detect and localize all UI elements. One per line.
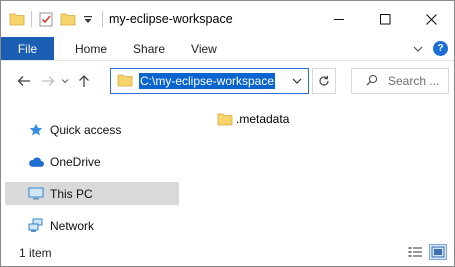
title-bar: my-eclipse-workspace	[1, 1, 454, 37]
ribbon-tabs: File Home Share View ?	[1, 37, 454, 61]
file-name: .metadata	[236, 112, 290, 126]
close-icon	[425, 13, 437, 25]
view-switcher	[407, 244, 447, 260]
folder-icon	[217, 112, 233, 126]
navigation-pane: Quick access OneDrive This PC Network	[1, 101, 187, 237]
minimize-icon	[333, 18, 344, 20]
title-separator	[102, 11, 103, 27]
folder-icon	[9, 11, 25, 27]
address-bar[interactable]: C:\my-eclipse-workspace	[110, 68, 309, 94]
back-button[interactable]	[13, 70, 35, 92]
nav-item-network[interactable]: Network	[5, 214, 179, 237]
details-view-icon	[408, 247, 422, 257]
quick-access-toolbar	[1, 11, 96, 27]
search-box[interactable]	[351, 68, 450, 94]
maximize-icon	[379, 13, 390, 24]
minimize-button[interactable]	[316, 1, 362, 37]
large-icons-view-icon	[431, 246, 445, 258]
nav-item-quick-access[interactable]: Quick access	[5, 118, 179, 141]
maximize-button[interactable]	[362, 1, 408, 37]
help-button[interactable]: ?	[433, 41, 448, 56]
up-button[interactable]	[73, 70, 95, 92]
nav-item-label: OneDrive	[50, 154, 101, 169]
tab-file[interactable]: File	[1, 37, 54, 60]
recent-locations-button[interactable]	[59, 70, 71, 92]
details-view-button[interactable]	[407, 245, 423, 259]
nav-item-onedrive[interactable]: OneDrive	[5, 150, 179, 173]
expand-ribbon-icon[interactable]	[413, 42, 423, 56]
window-title: my-eclipse-workspace	[109, 12, 233, 26]
nav-item-this-pc[interactable]: This PC	[5, 182, 179, 205]
nav-item-label: Quick access	[50, 122, 122, 137]
computer-icon	[28, 186, 44, 202]
address-dropdown-button[interactable]	[292, 74, 302, 88]
up-arrow-icon	[79, 75, 89, 87]
nav-item-label: Network	[50, 218, 95, 233]
properties-icon[interactable]	[38, 11, 54, 27]
refresh-button[interactable]	[312, 68, 336, 94]
search-input[interactable]	[388, 74, 450, 88]
forward-arrow-icon	[42, 76, 55, 86]
chevron-down-icon	[292, 78, 302, 84]
list-item[interactable]: .metadata	[217, 108, 289, 130]
tab-home[interactable]: Home	[54, 37, 120, 60]
refresh-icon	[319, 75, 329, 86]
address-row: C:\my-eclipse-workspace	[1, 62, 454, 100]
tab-share[interactable]: Share	[120, 37, 178, 60]
window-controls	[316, 1, 454, 37]
close-button[interactable]	[408, 1, 454, 37]
folder-icon	[117, 73, 133, 90]
new-folder-icon[interactable]	[60, 11, 76, 27]
search-icon	[366, 74, 378, 89]
toolbar-separator	[31, 11, 32, 27]
explorer-window: my-eclipse-workspace File Home Share Vie…	[0, 0, 455, 267]
file-list: .metadata	[188, 101, 454, 237]
status-bar: 1 item	[1, 239, 454, 266]
ribbon-controls: ?	[413, 41, 448, 56]
tab-view[interactable]: View	[178, 37, 230, 60]
customize-toolbar-icon[interactable]	[80, 11, 96, 27]
nav-item-label: This PC	[50, 186, 93, 201]
back-arrow-icon	[17, 76, 30, 86]
forward-button[interactable]	[37, 70, 59, 92]
address-path[interactable]: C:\my-eclipse-workspace	[139, 73, 276, 89]
large-icons-view-button[interactable]	[429, 244, 447, 260]
network-icon	[28, 218, 44, 234]
cloud-icon	[28, 154, 44, 170]
item-count: 1 item	[19, 245, 52, 260]
star-icon	[28, 122, 44, 138]
chevron-down-icon	[61, 79, 69, 84]
